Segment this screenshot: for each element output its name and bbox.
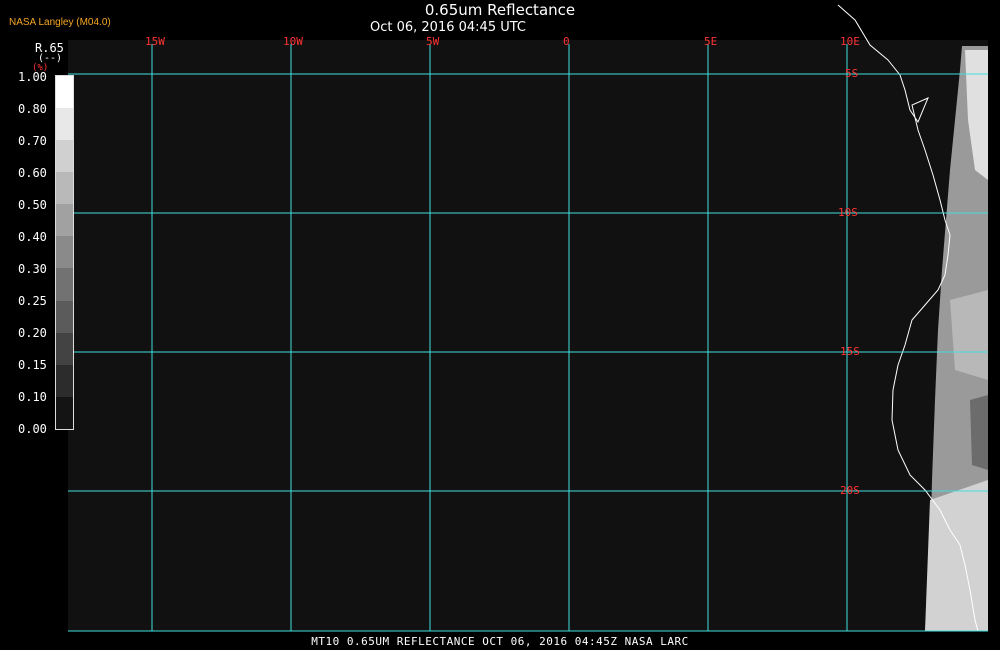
lon-label-5w: 5W xyxy=(426,35,440,48)
colorbar-band xyxy=(56,332,73,365)
lat-label-10s: 10S xyxy=(838,206,858,219)
legend-tick-label: 0.00 xyxy=(18,422,47,436)
legend-tick-label: 0.30 xyxy=(18,262,47,276)
cloud-patch-mid xyxy=(950,290,988,380)
colorbar-band xyxy=(56,108,73,141)
legend-tick-label: 0.50 xyxy=(18,198,47,212)
legend-tick-label: 0.70 xyxy=(18,134,47,148)
legend-tick-label: 0.15 xyxy=(18,358,47,372)
colorbar-band xyxy=(56,268,73,301)
lon-label-0: 0 xyxy=(563,35,570,48)
colorbar-band xyxy=(56,364,73,397)
colorbar-band xyxy=(56,236,73,269)
legend-tick-label: 0.10 xyxy=(18,390,47,404)
colorbar xyxy=(55,75,74,430)
lon-label-15w: 15W xyxy=(145,35,165,48)
lon-label-10e: 10E xyxy=(840,35,860,48)
legend-tick-label: 0.40 xyxy=(18,230,47,244)
lon-label-5e: 5E xyxy=(704,35,717,48)
map-canvas: 15W 10W 5W 0 5E 10E 5S 10S 15S 20S xyxy=(68,4,988,632)
dark-land-patch xyxy=(970,395,988,470)
map-background xyxy=(68,40,988,631)
footer-caption: MT10 0.65UM REFLECTANCE OCT 06, 2016 04:… xyxy=(311,635,689,648)
satellite-image-viewer: NASA Langley (M04.0) 0.65um Reflectance … xyxy=(0,0,1000,650)
legend-tick-label: 0.25 xyxy=(18,294,47,308)
colorbar-band xyxy=(56,300,73,333)
colorbar-band xyxy=(56,76,73,109)
lat-label-15s: 15S xyxy=(840,345,860,358)
lon-label-10w: 10W xyxy=(283,35,303,48)
colorbar-band xyxy=(56,140,73,173)
colorbar-band xyxy=(56,172,73,205)
legend-tick-label: 1.00 xyxy=(18,70,47,84)
lat-label-5s: 5S xyxy=(845,67,858,80)
legend-tick-label: 0.60 xyxy=(18,166,47,180)
legend-tick-label: 0.80 xyxy=(18,102,47,116)
lat-label-20s: 20S xyxy=(840,484,860,497)
colorbar-band xyxy=(56,396,73,429)
colorbar-band xyxy=(56,204,73,237)
legend-tick-label: 0.20 xyxy=(18,326,47,340)
